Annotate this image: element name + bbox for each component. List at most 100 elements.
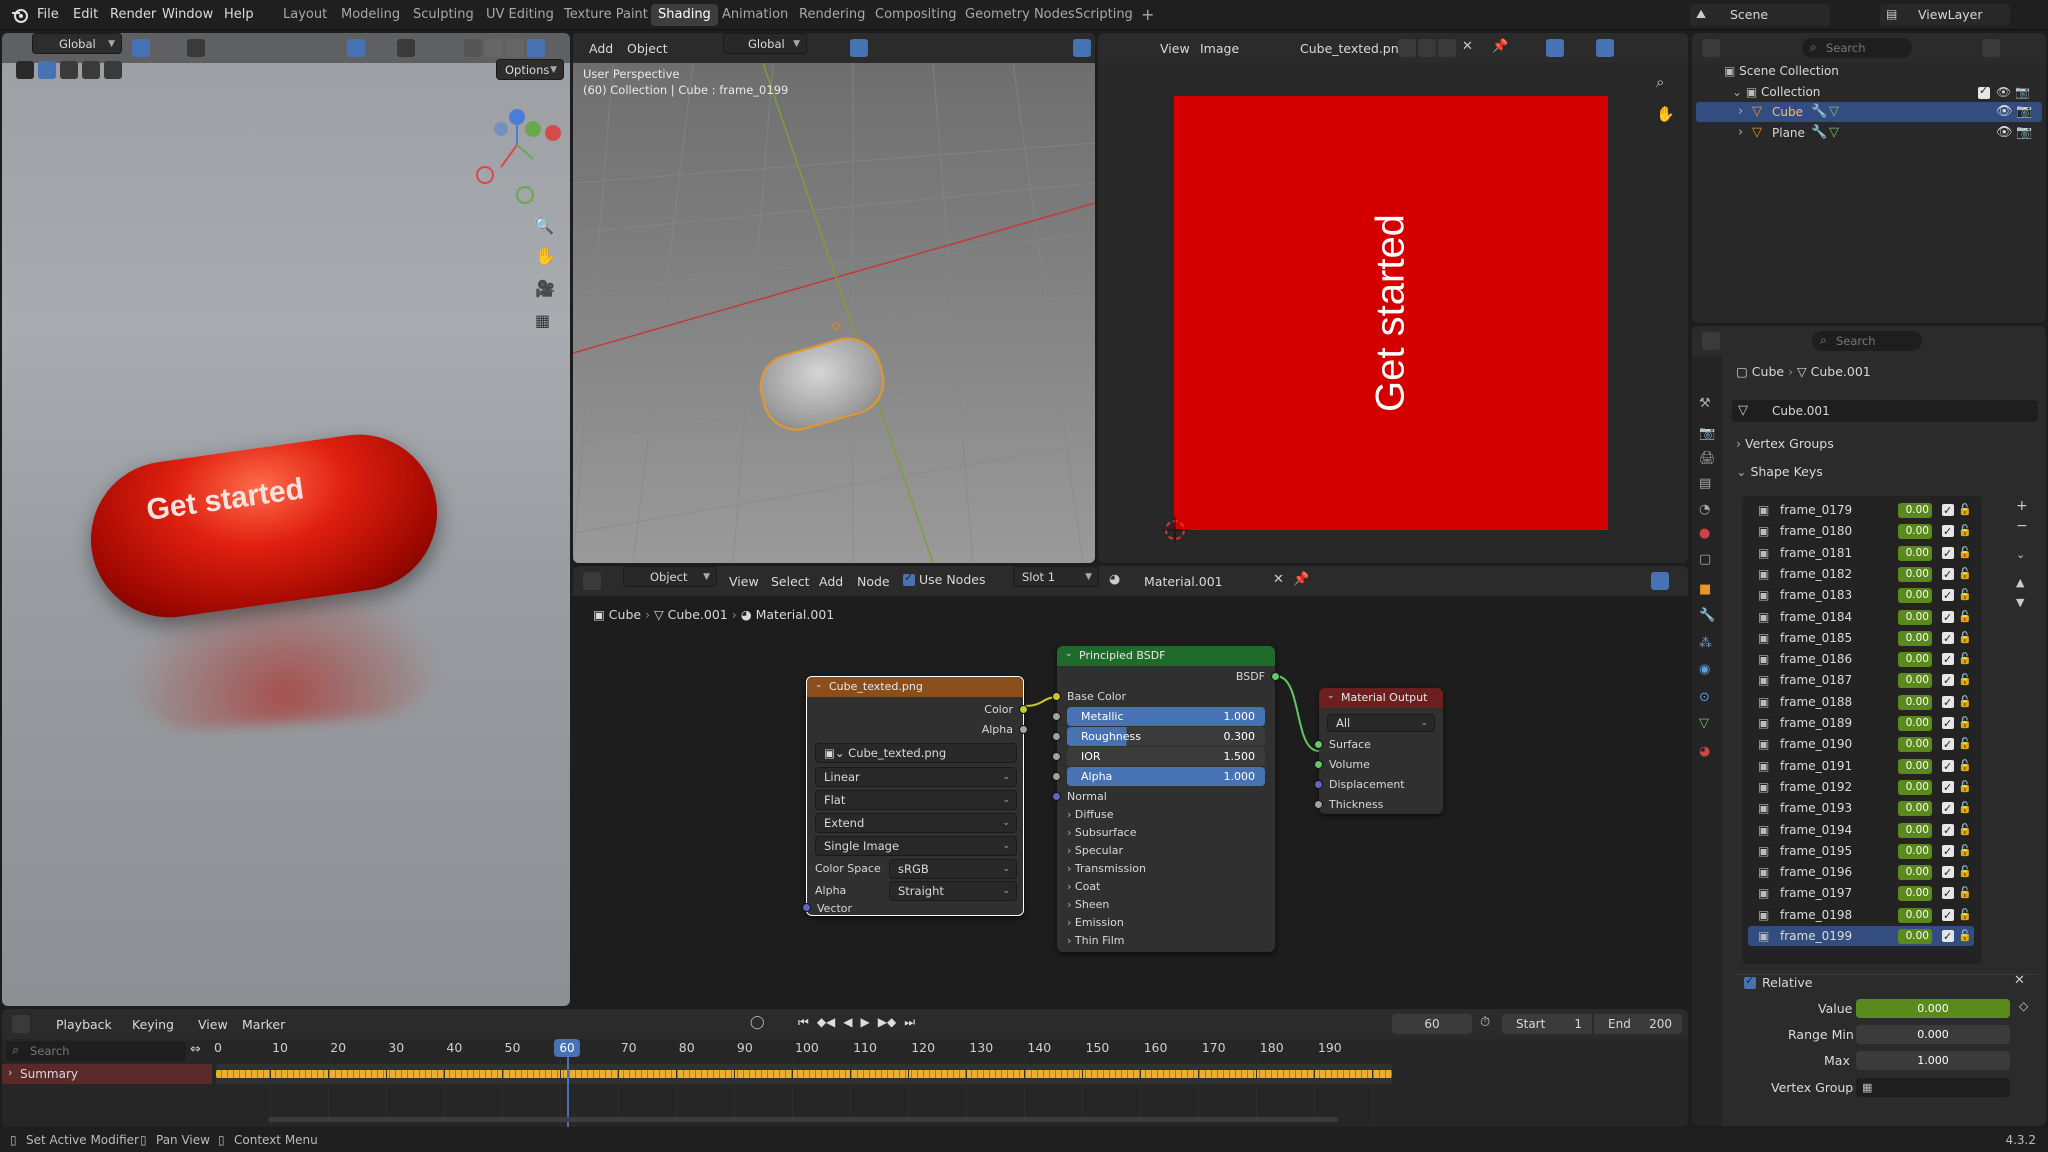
lock-icon[interactable]: 🔓 <box>1958 607 1972 627</box>
summary-channel[interactable]: › Summary <box>2 1064 212 1084</box>
range-min-field[interactable]: 0.000 <box>1856 1025 2010 1044</box>
shape-key-value[interactable]: 0.00 <box>1898 758 1932 774</box>
current-frame-field[interactable]: 60 <box>1392 1014 1472 1034</box>
vertex-groups-panel[interactable]: › Vertex Groups <box>1736 436 1834 451</box>
shape-key-mute-checkbox[interactable] <box>1942 714 1954 734</box>
image-name-field[interactable]: Cube_texted.png <box>1294 38 1413 59</box>
orientation-dropdown[interactable]: Global ▼ <box>723 33 807 54</box>
source-dropdown[interactable]: Single Image ⌄ <box>815 836 1017 856</box>
alpha-mode-dropdown[interactable]: Straight ⌄ <box>889 881 1017 901</box>
bsdf-panel-thin-film[interactable]: › Thin Film <box>1067 934 1124 947</box>
outliner-item-cube[interactable]: › ▽ Cube 🔧 ▽ 👁 📷 <box>1696 102 2042 122</box>
overlay-icon[interactable] <box>1596 39 1614 57</box>
lock-icon[interactable]: 🔓 <box>1958 500 1972 520</box>
next-keyframe-icon[interactable]: ▶◆ <box>878 1015 896 1030</box>
move-down-icon[interactable]: ▼ <box>2016 596 2024 609</box>
tool-tab-icon[interactable]: ⚒ <box>1699 396 1711 411</box>
shape-key-value[interactable]: 0.00 <box>1898 524 1932 540</box>
eye-icon[interactable]: 👁 <box>1996 85 2011 99</box>
shape-key-mute-checkbox[interactable] <box>1942 863 1954 883</box>
shape-key-row[interactable]: ▣ frame_0183 0.00 🔓 <box>1748 585 1974 606</box>
shape-key-row[interactable]: ▣ frame_0184 0.00 🔓 <box>1748 607 1974 628</box>
menu-keying[interactable]: Keying <box>126 1014 180 1035</box>
collection-checkbox[interactable] <box>1978 84 1990 99</box>
tab-layout[interactable]: Layout <box>276 4 334 26</box>
max-field[interactable]: 1.000 <box>1856 1051 2010 1070</box>
lock-icon[interactable]: 🔓 <box>1958 649 1972 669</box>
displacement-socket[interactable] <box>1314 780 1323 789</box>
wireframe-shading-icon[interactable] <box>464 39 482 57</box>
menu-object[interactable]: Object <box>621 38 674 59</box>
fake-user-icon[interactable] <box>1398 39 1416 57</box>
shape-key-value[interactable]: 0.00 <box>1898 609 1932 625</box>
image-selector[interactable]: ▣⌄ Cube_texted.png <box>815 743 1017 763</box>
pin-icon[interactable]: 📌 <box>1492 39 1508 54</box>
shape-key-row[interactable]: ▣ frame_0180 0.00 🔓 <box>1748 521 1974 542</box>
grid-view-icon[interactable]: ▦ <box>535 311 550 330</box>
shape-key-value[interactable]: 0.00 <box>1898 545 1932 561</box>
shape-key-row[interactable]: ▣ frame_0192 0.00 🔓 <box>1748 777 1974 798</box>
shape-key-mute-checkbox[interactable] <box>1942 842 1954 862</box>
scene-collection-row[interactable]: ▣ Scene Collection <box>1724 64 1839 78</box>
zoom-icon[interactable]: 🔍 <box>534 216 554 235</box>
editor-type-icon[interactable] <box>12 1015 30 1033</box>
mesh-data-icon[interactable]: ▽ <box>1829 104 1839 119</box>
select-box-icon[interactable] <box>16 61 34 79</box>
shape-key-value[interactable]: 0.00 <box>1898 503 1932 518</box>
roughness-slider[interactable]: Roughness 0.300 <box>1067 727 1265 746</box>
lock-icon[interactable]: 🔓 <box>1958 883 1972 903</box>
editor-type-icon[interactable] <box>1702 332 1720 350</box>
prev-keyframe-icon[interactable]: ◆◀ <box>817 1015 835 1030</box>
select-new-icon[interactable] <box>38 61 56 79</box>
shape-key-row[interactable]: ▣ frame_0189 0.00 🔓 <box>1748 713 1974 734</box>
shape-key-value[interactable]: 0.00 <box>1898 694 1932 710</box>
shape-key-row[interactable]: ▣ frame_0196 0.00 🔓 <box>1748 862 1974 883</box>
ior-field[interactable]: IOR 1.500 <box>1067 747 1265 766</box>
overlay-icon[interactable] <box>397 39 415 57</box>
material-output-node[interactable]: Material Output ⌄ All ⌄ Surface Volume Di… <box>1314 688 1443 814</box>
gizmo-icon[interactable] <box>1546 39 1564 57</box>
channel-search[interactable]: ⌕ Search <box>6 1041 186 1061</box>
timeline-scrollbar[interactable] <box>268 1117 1338 1122</box>
orientation-dropdown[interactable]: Global ▼ <box>32 33 122 54</box>
shape-key-mute-checkbox[interactable] <box>1942 884 1954 904</box>
lock-icon[interactable]: 🔓 <box>1958 628 1972 648</box>
shape-key-value[interactable]: 0.00 <box>1898 801 1932 817</box>
jump-start-icon[interactable]: ⏮ <box>798 1015 809 1030</box>
shape-key-mute-checkbox[interactable] <box>1942 565 1954 585</box>
auto-keying-icon[interactable]: ◯ <box>750 1015 765 1030</box>
collection-tab-icon[interactable]: ▢ <box>1699 552 1711 567</box>
lock-icon[interactable]: 🔓 <box>1958 521 1972 541</box>
volume-socket[interactable] <box>1314 760 1323 769</box>
shape-key-row[interactable]: ▣ frame_0185 0.00 🔓 <box>1748 628 1974 649</box>
shape-key-mute-checkbox[interactable] <box>1942 906 1954 926</box>
editor-type-icon[interactable] <box>1702 39 1720 57</box>
outliner-search[interactable]: ⌕ Search <box>1802 38 1912 58</box>
menu-view[interactable]: View <box>192 1014 234 1035</box>
bsdf-panel-emission[interactable]: › Emission <box>1067 916 1124 929</box>
shape-key-value[interactable]: 0.00 <box>1898 865 1932 881</box>
menu-help[interactable]: Help <box>224 7 254 22</box>
clear-shape-keys-icon[interactable]: ✕ <box>2014 973 2025 988</box>
lock-icon[interactable]: 🔓 <box>1958 777 1972 797</box>
interpolation-dropdown[interactable]: Linear ⌄ <box>815 767 1017 787</box>
image-editor[interactable]: View Image Cube_texted.png ✕ 📌 Get start… <box>1098 33 1688 563</box>
shape-key-row[interactable]: ▣ frame_0179 0.00 🔓 <box>1748 500 1974 521</box>
start-frame-field[interactable]: Start 1 <box>1502 1014 1592 1034</box>
eye-icon[interactable]: 👁 <box>1996 104 2013 119</box>
lock-icon[interactable]: 🔓 <box>1958 713 1972 733</box>
vertex-group-field[interactable]: ▦ <box>1856 1078 2010 1097</box>
solid-shading-icon[interactable] <box>485 39 503 57</box>
shape-key-value[interactable]: 0.00 <box>1898 652 1932 668</box>
shape-key-value[interactable]: 0.00 <box>1898 716 1932 731</box>
lock-icon[interactable]: 🔓 <box>1958 798 1972 818</box>
keyframe-icon[interactable]: ◇ <box>2019 999 2028 1013</box>
axis-gizmo[interactable] <box>465 103 565 213</box>
close-icon[interactable]: ✕ <box>1462 39 1473 54</box>
collapse-icon[interactable]: ⌄ <box>1065 649 1073 659</box>
extension-dropdown[interactable]: Extend ⌄ <box>815 813 1017 833</box>
options-dropdown[interactable]: Options ▼ <box>496 59 564 80</box>
shape-key-value[interactable]: 0.00 <box>1898 588 1932 604</box>
principled-bsdf-node[interactable]: Principled BSDF ⌄ BSDF Base Color Metall… <box>1052 646 1280 952</box>
shape-key-row[interactable]: ▣ frame_0181 0.00 🔓 <box>1748 543 1974 564</box>
